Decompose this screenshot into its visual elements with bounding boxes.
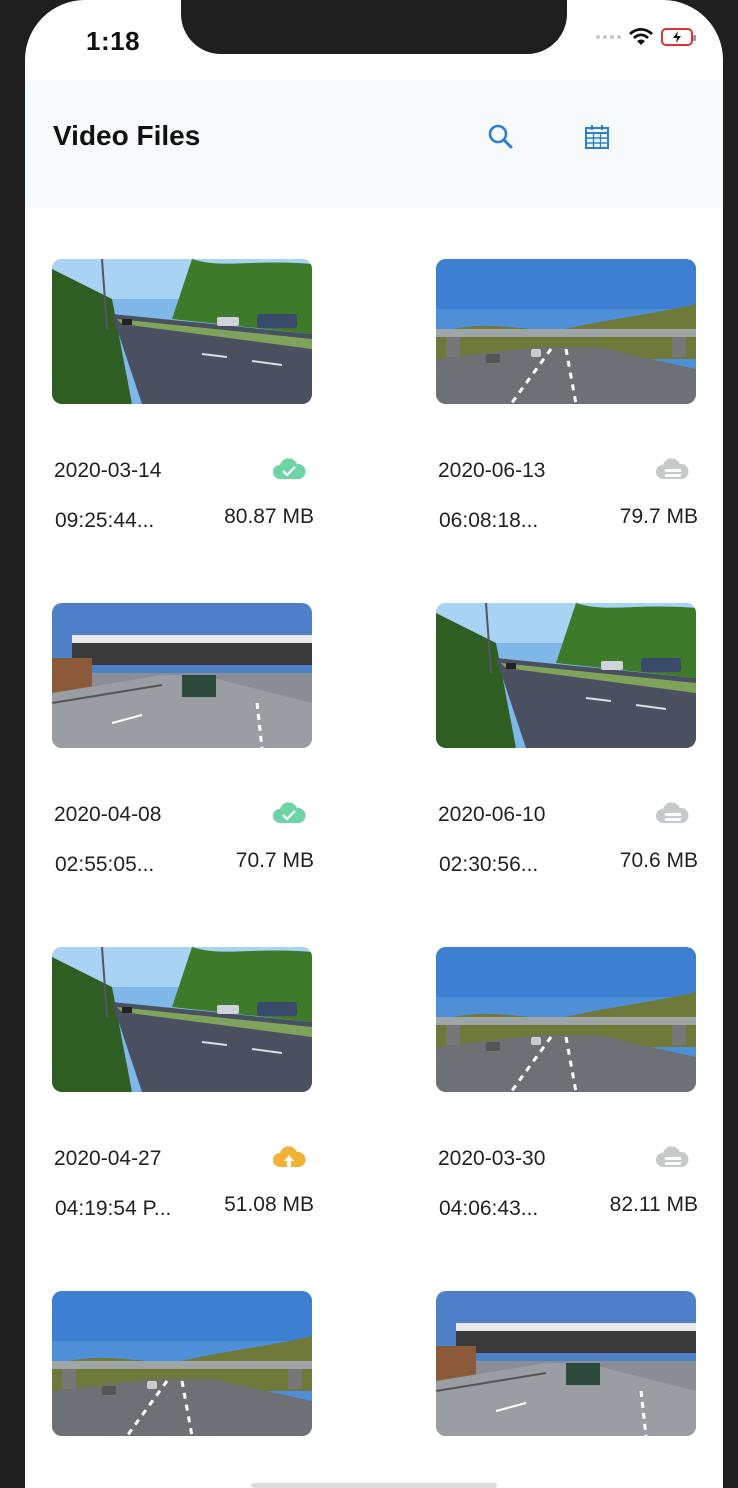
pending-cloud-icon[interactable] — [654, 1143, 690, 1171]
video-card[interactable]: 2020-04-08 02:55:05... 70.7 MB — [52, 603, 314, 876]
video-size: 82.11 MB — [609, 1193, 698, 1216]
video-date: 2020-03-14 — [54, 459, 162, 482]
video-card[interactable]: 2020-03-30 04:06:43... 82.11 MB — [436, 947, 698, 1220]
video-thumbnail[interactable] — [52, 603, 314, 748]
synced-cloud-icon[interactable] — [271, 455, 307, 483]
video-card[interactable]: 2020-06-13 06:08:18... 79.7 MB — [436, 259, 698, 532]
video-card[interactable]: 2020-03-14 09:25:44... 80.87 MB — [52, 259, 314, 532]
pending-cloud-icon[interactable] — [654, 799, 690, 827]
phone-screen: 1:18 Video Files 2020-03-14 09:25:44... … — [25, 0, 723, 1488]
video-time: 06:08:18... — [439, 509, 539, 532]
video-file-grid: 2020-03-14 09:25:44... 80.87 MB 2020-06-13… — [25, 208, 723, 1488]
wifi-icon — [629, 28, 653, 45]
video-card[interactable] — [436, 1291, 698, 1436]
video-time: 02:30:56... — [439, 853, 539, 876]
video-size: 79.7 MB — [619, 505, 698, 528]
search-icon[interactable] — [486, 122, 516, 152]
app-header: Video Files — [25, 80, 723, 208]
video-thumbnail[interactable] — [436, 1291, 698, 1436]
status-time: 1:18 — [86, 26, 141, 56]
home-indicator — [251, 1483, 497, 1488]
video-card[interactable]: 2020-04-27 04:19:54 P... 51.08 MB — [52, 947, 314, 1220]
video-thumbnail[interactable] — [436, 603, 698, 748]
pending-cloud-icon[interactable] — [654, 455, 690, 483]
video-date: 2020-03-30 — [438, 1147, 546, 1170]
upload-cloud-icon[interactable] — [271, 1143, 307, 1171]
video-date: 2020-04-08 — [54, 803, 162, 826]
video-thumbnail[interactable] — [52, 1291, 314, 1436]
video-time: 02:55:05... — [55, 853, 155, 876]
video-date: 2020-06-10 — [438, 803, 546, 826]
status-icons — [596, 28, 696, 46]
battery-icon — [661, 28, 696, 46]
video-date: 2020-04-27 — [54, 1147, 162, 1170]
video-thumbnail[interactable] — [436, 947, 698, 1092]
video-time: 09:25:44... — [55, 509, 155, 532]
video-time: 04:19:54 P... — [55, 1197, 172, 1220]
video-size: 80.87 MB — [224, 505, 314, 528]
video-thumbnail[interactable] — [52, 947, 314, 1092]
video-size: 70.6 MB — [619, 849, 698, 872]
notch — [181, 0, 567, 54]
video-card[interactable]: 2020-06-10 02:30:56... 70.6 MB — [436, 603, 698, 876]
video-size: 51.08 MB — [224, 1193, 314, 1216]
video-time: 04:06:43... — [439, 1197, 539, 1220]
page-title: Video Files — [53, 120, 201, 151]
video-size: 70.7 MB — [235, 849, 314, 872]
signal-icon — [596, 35, 621, 39]
synced-cloud-icon[interactable] — [271, 799, 307, 827]
video-thumbnail[interactable] — [52, 259, 314, 404]
video-card[interactable] — [52, 1291, 314, 1436]
calendar-icon[interactable] — [582, 122, 612, 152]
video-date: 2020-06-13 — [438, 459, 546, 482]
video-thumbnail[interactable] — [436, 259, 698, 404]
